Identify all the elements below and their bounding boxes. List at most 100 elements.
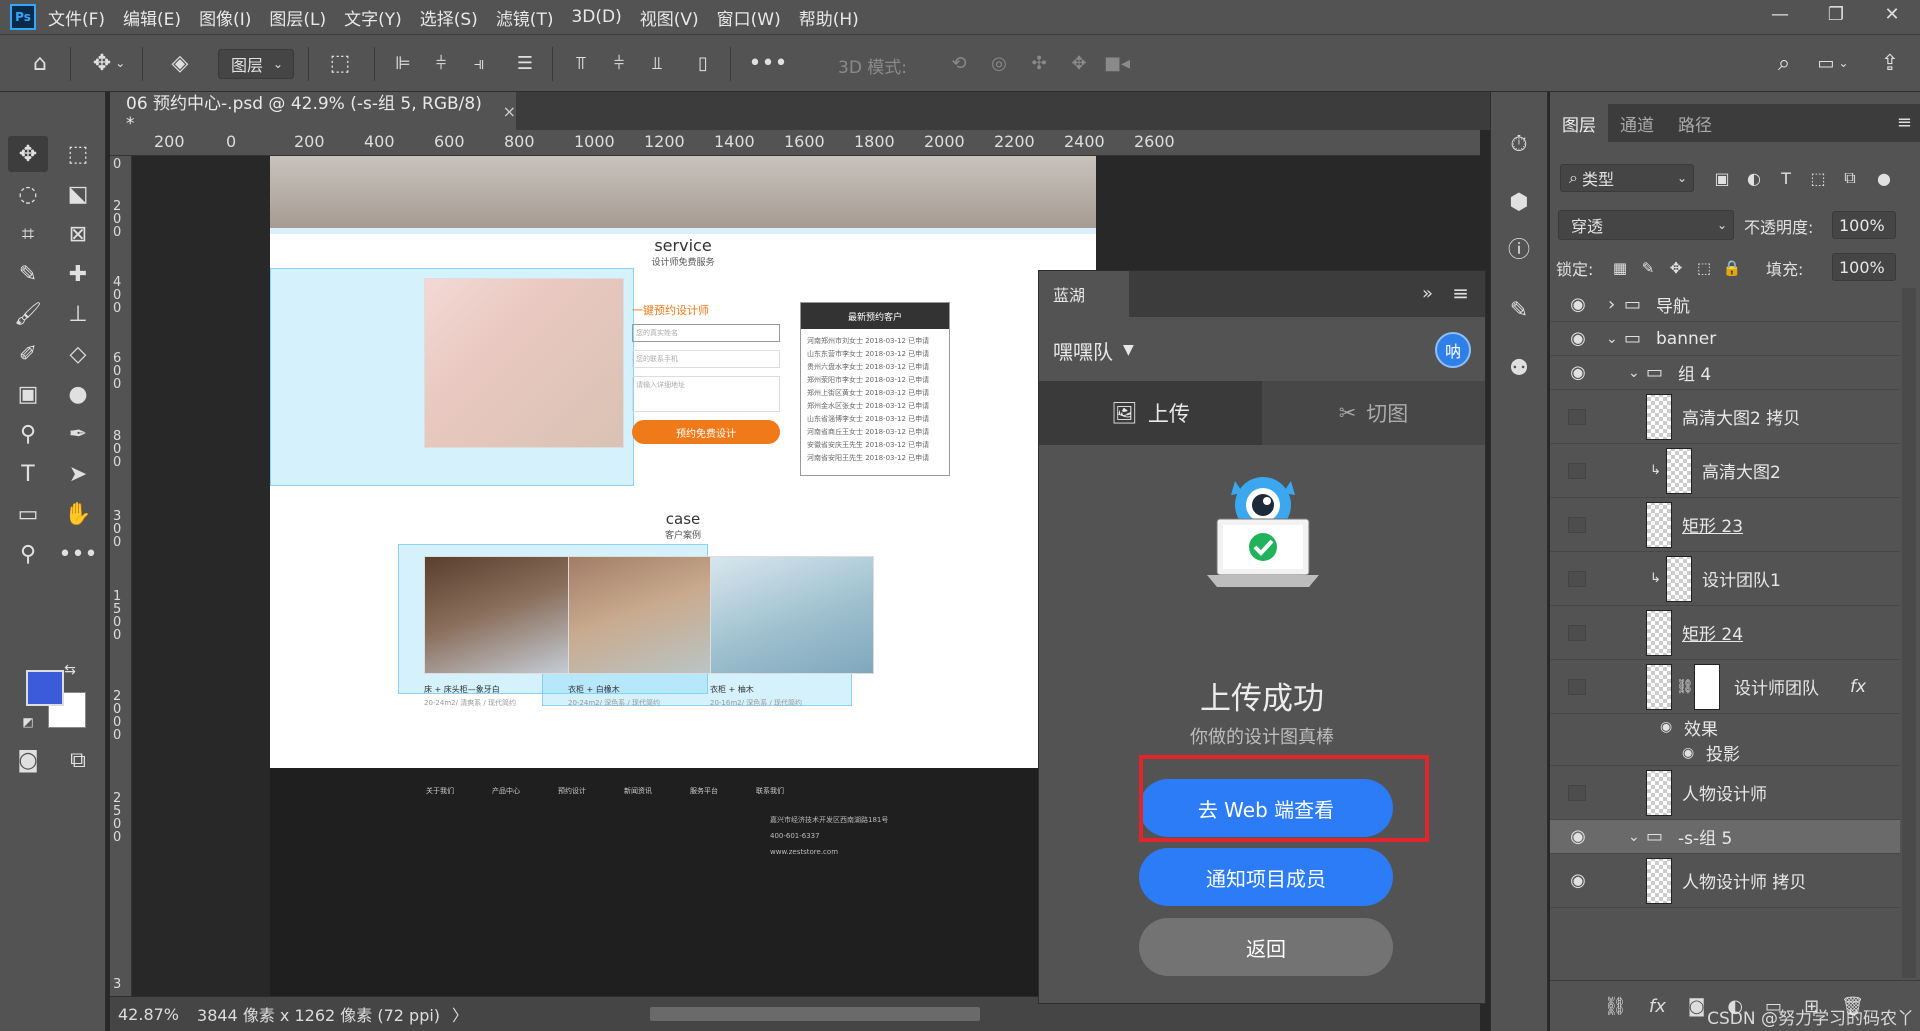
layer-row-selected[interactable]: ◉ ⌄ ▭ -s-组 5 bbox=[1550, 820, 1900, 854]
layer-row[interactable]: ◉ 人物设计师 拷贝 bbox=[1550, 854, 1900, 908]
more-tools-icon[interactable]: ••• bbox=[58, 536, 98, 572]
3d-icon[interactable]: ⬢ bbox=[1499, 184, 1539, 220]
healing-tool-icon[interactable]: ✚ bbox=[58, 256, 98, 292]
frame-tool-icon[interactable]: ⊠ bbox=[58, 216, 98, 252]
history-brush-icon[interactable]: ✐ bbox=[8, 336, 48, 372]
fx-icon[interactable]: fx bbox=[1850, 677, 1866, 697]
visibility-toggle[interactable] bbox=[1568, 408, 1586, 425]
notify-members-button[interactable]: 通知项目成员 bbox=[1139, 848, 1393, 906]
align-bottom-icon[interactable]: ⫫ bbox=[642, 45, 672, 81]
chevron-down-icon[interactable]: ⌄ bbox=[1606, 331, 1618, 347]
filter-adjust-icon[interactable]: ◐ bbox=[1740, 160, 1768, 196]
filter-smart-icon[interactable]: ⧉ bbox=[1836, 160, 1864, 196]
tab-paths[interactable]: 路径 bbox=[1666, 104, 1724, 142]
menu-view[interactable]: 视图(V) bbox=[640, 5, 699, 30]
share-icon[interactable]: ⇪ bbox=[1870, 45, 1910, 81]
blur-tool-icon[interactable]: ● bbox=[58, 376, 98, 412]
tab-channels[interactable]: 通道 bbox=[1608, 104, 1666, 142]
swap-colors-icon[interactable]: ⇆ bbox=[60, 660, 80, 680]
move-tool-icon[interactable]: ✥ bbox=[8, 136, 48, 172]
visibility-eye-icon[interactable]: ◉ bbox=[1568, 328, 1588, 349]
search-icon[interactable]: ⌕ bbox=[1766, 45, 1802, 81]
rectangle-tool-icon[interactable]: ▭ bbox=[8, 496, 48, 532]
minimize-button[interactable]: — bbox=[1752, 0, 1808, 34]
distribute-icon[interactable]: ☰ bbox=[510, 45, 540, 81]
lock-pixels-icon[interactable]: ✎ bbox=[1636, 250, 1660, 286]
brush-tool-icon[interactable]: 🖌 bbox=[8, 296, 48, 332]
visibility-toggle[interactable] bbox=[1568, 678, 1586, 695]
align-right-icon[interactable]: ⫣ bbox=[464, 45, 494, 81]
layer-row[interactable]: ↳ 设计团队1 bbox=[1550, 552, 1900, 606]
align-left-icon[interactable]: ⊫ bbox=[388, 45, 418, 81]
visibility-toggle[interactable] bbox=[1568, 570, 1586, 587]
pan-3d-icon[interactable]: ✣ bbox=[1024, 45, 1054, 81]
screen-mode-icon[interactable]: ⧉ bbox=[58, 742, 98, 778]
align-top-icon[interactable]: ⫪ bbox=[566, 45, 596, 81]
auto-select-dropdown[interactable]: 图层 ⌄ bbox=[218, 49, 294, 79]
filter-pixel-icon[interactable]: ▣ bbox=[1708, 160, 1736, 196]
visibility-toggle[interactable] bbox=[1568, 784, 1586, 801]
stamp-tool-icon[interactable]: ⊥ bbox=[58, 296, 98, 332]
link-layers-icon[interactable]: ⛓ bbox=[1604, 996, 1627, 1017]
default-colors-icon[interactable]: ◩ bbox=[18, 712, 38, 732]
opacity-field[interactable]: 100% bbox=[1832, 211, 1896, 239]
menu-filter[interactable]: 滤镜(T) bbox=[496, 5, 554, 30]
panel-menu-icon[interactable]: ≡ bbox=[1452, 281, 1469, 305]
avatar[interactable]: 呐 bbox=[1435, 332, 1471, 368]
path-select-icon[interactable]: ➤ bbox=[58, 456, 98, 492]
quick-select-tool-icon[interactable]: ⬕ bbox=[58, 176, 98, 212]
brush-settings-icon[interactable]: ✎ bbox=[1499, 292, 1539, 328]
menu-select[interactable]: 选择(S) bbox=[420, 5, 478, 30]
visibility-toggle[interactable] bbox=[1568, 462, 1586, 479]
eyedropper-tool-icon[interactable]: ✎ bbox=[8, 256, 48, 292]
link-icon[interactable]: ⛓ bbox=[1676, 679, 1694, 695]
layers-menu-icon[interactable]: ≡ bbox=[1897, 112, 1912, 133]
auto-select-icon[interactable]: ◈ bbox=[160, 45, 200, 81]
roll-3d-icon[interactable]: ◎ bbox=[984, 45, 1014, 81]
close-tab-icon[interactable]: × bbox=[503, 102, 516, 121]
tab-layers[interactable]: 图层 bbox=[1550, 104, 1608, 142]
chevron-right-icon[interactable]: › bbox=[1608, 294, 1615, 315]
type-tool-icon[interactable]: T bbox=[8, 456, 48, 492]
layer-row[interactable]: 人物设计师 bbox=[1550, 766, 1900, 820]
plugin-tab[interactable]: 蓝湖 bbox=[1039, 271, 1129, 317]
align-middle-icon[interactable]: ⫩ bbox=[604, 45, 634, 81]
layer-effects-row[interactable]: ◉ 效果 bbox=[1550, 714, 1900, 740]
status-arrow-icon[interactable]: 〉 bbox=[452, 1002, 468, 1026]
layer-row[interactable]: ◉ ⌄ ▭ banner bbox=[1550, 322, 1900, 356]
back-button[interactable]: 返回 bbox=[1139, 918, 1393, 976]
tab-upload[interactable]: 🖼 上传 bbox=[1039, 381, 1262, 445]
workspace-icon[interactable]: ▭ ⌄ bbox=[1808, 45, 1858, 81]
layer-effect-item[interactable]: ◉ 投影 bbox=[1550, 740, 1900, 766]
add-mask-icon[interactable]: ◙ bbox=[1688, 996, 1705, 1017]
marquee-tool-icon[interactable]: ⬚ bbox=[58, 136, 98, 172]
slide-3d-icon[interactable]: ✥ bbox=[1064, 45, 1094, 81]
quick-mask-icon[interactable]: ◙ bbox=[8, 742, 48, 778]
chevron-down-icon[interactable]: ⌄ bbox=[1628, 829, 1640, 845]
menu-edit[interactable]: 编辑(E) bbox=[123, 5, 181, 30]
visibility-eye-icon[interactable]: ◉ bbox=[1568, 826, 1588, 847]
hand-tool-icon[interactable]: ✋ bbox=[58, 496, 98, 532]
pen-tool-icon[interactable]: ✒ bbox=[58, 416, 98, 452]
visibility-eye-icon[interactable]: ◉ bbox=[1568, 362, 1588, 383]
expand-icon[interactable]: » bbox=[1422, 283, 1433, 304]
eraser-tool-icon[interactable]: ◇ bbox=[58, 336, 98, 372]
visibility-eye-icon[interactable]: ◉ bbox=[1660, 719, 1672, 735]
menu-help[interactable]: 帮助(H) bbox=[799, 5, 859, 30]
tab-slice[interactable]: ✂ 切图 bbox=[1262, 381, 1485, 445]
restore-button[interactable]: ❐ bbox=[1808, 0, 1864, 34]
document-canvas[interactable]: service 设计师免费服务 一键预约设计师 您的真实姓名 您的联系手机 请输… bbox=[270, 156, 1096, 996]
fx-icon[interactable]: fx bbox=[1649, 996, 1666, 1017]
zoom-level[interactable]: 42.87% bbox=[118, 1005, 179, 1024]
lock-artboard-icon[interactable]: ⬚ bbox=[1692, 250, 1716, 286]
gradient-tool-icon[interactable]: ▣ bbox=[8, 376, 48, 412]
history-icon[interactable]: ⏱ bbox=[1499, 126, 1539, 162]
layer-row[interactable]: 高清大图2 拷贝 bbox=[1550, 390, 1900, 444]
filter-type-icon[interactable]: T bbox=[1772, 160, 1800, 196]
lock-position-icon[interactable]: ✥ bbox=[1664, 250, 1688, 286]
chevron-down-icon[interactable]: ⌄ bbox=[1628, 365, 1640, 381]
visibility-eye-icon[interactable]: ◉ bbox=[1568, 870, 1588, 891]
visibility-eye-icon[interactable]: ◉ bbox=[1682, 745, 1694, 761]
menu-file[interactable]: 文件(F) bbox=[48, 5, 105, 30]
lock-all-icon[interactable]: 🔒 bbox=[1720, 250, 1744, 286]
